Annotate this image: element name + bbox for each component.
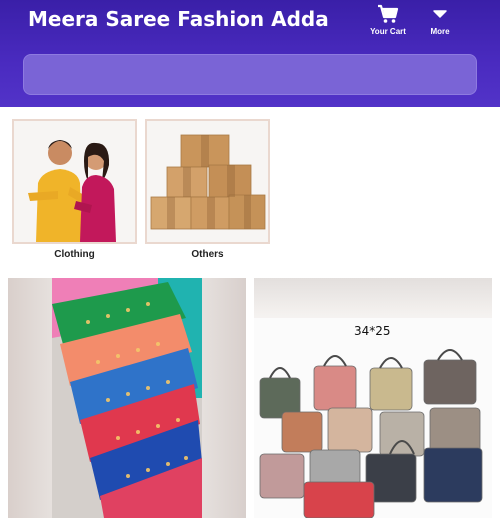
product-card-handbags[interactable]: 34*25: [254, 278, 492, 518]
cart-icon: [378, 4, 399, 23]
chevron-down-icon: [433, 10, 447, 18]
category-list: Clothing Others: [0, 107, 500, 270]
shop-title: Meera Saree Fashion Adda: [28, 7, 329, 31]
others-image: [145, 119, 270, 244]
category-clothing[interactable]: Clothing: [12, 119, 137, 260]
category-others[interactable]: Others: [145, 119, 270, 260]
product-card-sarees[interactable]: [8, 278, 246, 518]
more-button[interactable]: More: [415, 2, 465, 40]
cart-button[interactable]: Your Cart: [363, 2, 413, 40]
clothing-image: [12, 119, 137, 244]
handbags-image: [254, 318, 492, 518]
search-input[interactable]: [23, 54, 477, 95]
sarees-image: [52, 278, 202, 518]
app-header: Meera Saree Fashion Adda Your Cart More: [0, 0, 500, 107]
more-label: More: [430, 27, 450, 36]
category-label: Others: [191, 249, 224, 260]
category-label: Clothing: [54, 249, 95, 260]
cart-label: Your Cart: [370, 27, 406, 36]
bag-size-text: 34*25: [354, 324, 391, 338]
